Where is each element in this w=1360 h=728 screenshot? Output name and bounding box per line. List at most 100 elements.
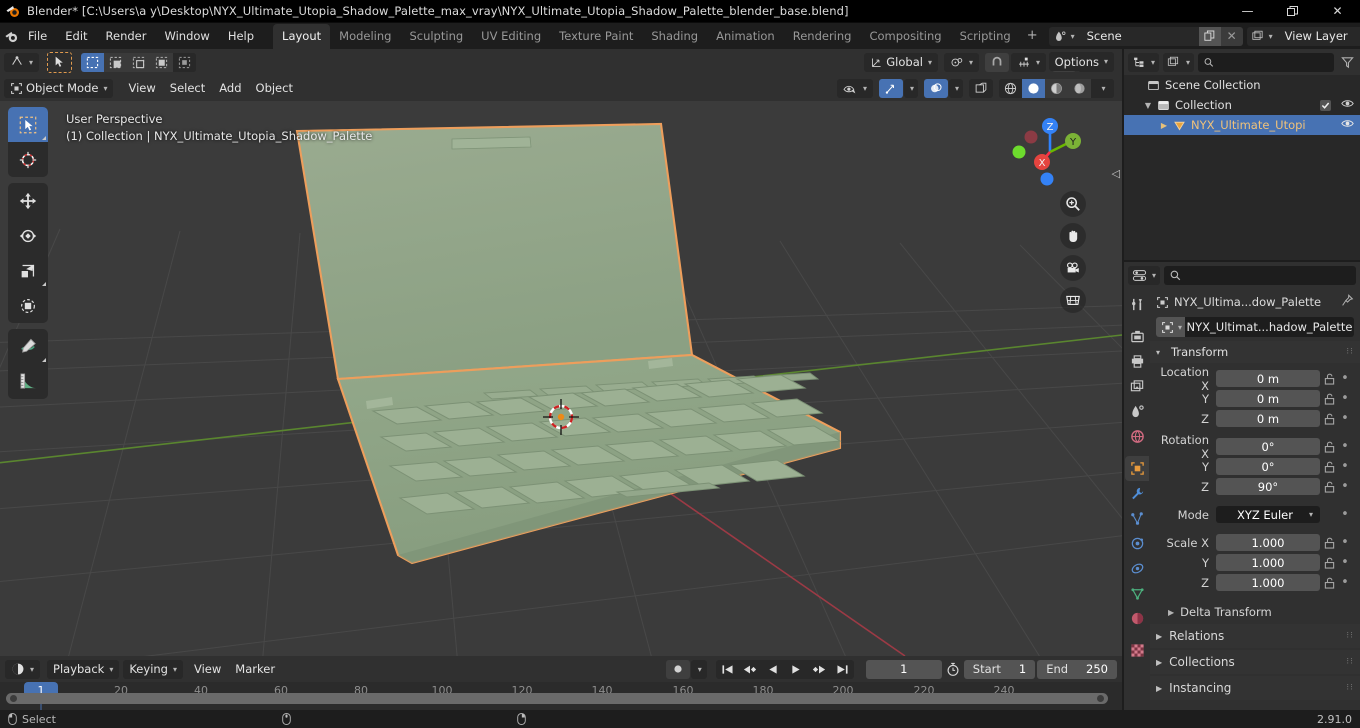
- menu-file[interactable]: File: [20, 26, 55, 46]
- menu-edit[interactable]: Edit: [57, 26, 95, 46]
- timeline-horizontal-scrollbar[interactable]: [6, 693, 1108, 704]
- workspace-tab-modeling[interactable]: Modeling: [330, 24, 400, 49]
- scene-name[interactable]: Scene: [1078, 26, 1199, 46]
- select-intersect-button[interactable]: [173, 52, 197, 72]
- shading-mode-group[interactable]: ▾: [999, 78, 1114, 98]
- editor-type-button[interactable]: ▾: [4, 52, 40, 72]
- rotation-x-value[interactable]: 0°: [1216, 438, 1320, 455]
- rotation-y-value[interactable]: 0°: [1216, 458, 1320, 475]
- timeline-playback-menu[interactable]: Playback ▾: [47, 659, 120, 679]
- shading-solid-button[interactable]: [1022, 78, 1045, 98]
- scale-z-value[interactable]: 1.000: [1216, 574, 1320, 591]
- tool-annotate[interactable]: [8, 329, 48, 364]
- tab-texture[interactable]: [1125, 638, 1149, 663]
- scale-y-value[interactable]: 1.000: [1216, 554, 1320, 571]
- workspace-tab-uv-editing[interactable]: UV Editing: [472, 24, 550, 49]
- workspace-tab-rendering[interactable]: Rendering: [784, 24, 861, 49]
- tab-physics[interactable]: [1125, 531, 1149, 556]
- add-workspace-button[interactable]: +: [1020, 24, 1045, 48]
- viewport-menu-select[interactable]: Select: [163, 78, 212, 98]
- pin-icon[interactable]: [1341, 294, 1354, 310]
- menu-render[interactable]: Render: [98, 26, 155, 46]
- select-mode-group[interactable]: [81, 52, 197, 72]
- scale-y-lock-button[interactable]: [1320, 557, 1338, 569]
- scale-x-value[interactable]: 1.000: [1216, 534, 1320, 551]
- object-expand-triangle[interactable]: ▶: [1158, 121, 1170, 130]
- gizmo-axis-y-neg[interactable]: [1024, 130, 1038, 144]
- close-button[interactable]: ✕: [1315, 0, 1360, 23]
- outliner-row-collection[interactable]: ▼ Collection: [1124, 95, 1360, 115]
- rotation-z-value[interactable]: 90°: [1216, 478, 1320, 495]
- properties-editor-type-button[interactable]: ▾: [1128, 265, 1161, 285]
- scene-icon-button[interactable]: ▾: [1048, 26, 1079, 46]
- timeline-keying-menu[interactable]: Keying ▾: [123, 659, 183, 679]
- tab-view-layer[interactable]: [1125, 374, 1149, 399]
- viewport-menu-object[interactable]: Object: [249, 78, 300, 98]
- transform-orientation-button[interactable]: Global ▾: [864, 52, 938, 72]
- outliner-editor[interactable]: ▾ ▾ Scene Collection ▼ Collection ▶ NYX_…: [1124, 49, 1360, 260]
- workspace-tab-scripting[interactable]: Scripting: [951, 24, 1020, 49]
- blender-menu-button[interactable]: [4, 29, 19, 44]
- properties-editor[interactable]: ▾ NYX_Ultima...dow_Palette ▾ NYX_Ultimat…: [1124, 262, 1360, 710]
- minimize-button[interactable]: —: [1225, 0, 1270, 23]
- object-mode-selector[interactable]: Object Mode ▾: [4, 78, 114, 98]
- scrollbar-handle-left[interactable]: [10, 695, 17, 702]
- delta-transform-triangle[interactable]: ▶: [1168, 608, 1174, 617]
- snap-toggle-button[interactable]: [984, 52, 1009, 72]
- tool-tweak[interactable]: [8, 107, 48, 142]
- timeline-marker-menu[interactable]: Marker: [228, 659, 282, 679]
- maximize-button[interactable]: [1270, 0, 1315, 23]
- select-difference-button[interactable]: [150, 52, 174, 72]
- viewport-menu-add[interactable]: Add: [212, 78, 248, 98]
- workspace-tab-shading[interactable]: Shading: [642, 24, 707, 49]
- viewport-menu-view[interactable]: View: [121, 78, 162, 98]
- location-y-value[interactable]: 0 m: [1216, 390, 1320, 407]
- toggle-orthographic-button[interactable]: [1060, 287, 1086, 313]
- shading-options-button[interactable]: ▾: [1091, 78, 1114, 98]
- tab-world[interactable]: [1125, 424, 1149, 449]
- outliner-editor-type-button[interactable]: ▾: [1128, 52, 1160, 72]
- frame-start-field[interactable]: Start 1: [963, 659, 1036, 679]
- use-preview-range-button[interactable]: [942, 662, 964, 677]
- menu-help[interactable]: Help: [220, 26, 262, 46]
- scale-x-lock-button[interactable]: [1320, 537, 1338, 549]
- panel-instancing-header[interactable]: ▶ Instancing ⁝⁝: [1150, 676, 1360, 700]
- panel-transform-header[interactable]: ▾ Transform ⁝⁝: [1150, 341, 1360, 363]
- tool-measure[interactable]: [8, 364, 48, 399]
- scene-selector[interactable]: ▾ Scene ✕: [1048, 26, 1243, 46]
- workspace-tab-texture-paint[interactable]: Texture Paint: [550, 24, 642, 49]
- relations-triangle[interactable]: ▶: [1156, 632, 1162, 641]
- rotation-z-lock-button[interactable]: [1320, 481, 1338, 493]
- workspace-tab-animation[interactable]: Animation: [707, 24, 784, 49]
- camera-view-button[interactable]: [1060, 255, 1086, 281]
- previous-keyframe-button[interactable]: [739, 660, 762, 679]
- panel-delta-transform-header[interactable]: ▶ Delta Transform: [1150, 602, 1360, 622]
- shading-material-button[interactable]: [1045, 78, 1068, 98]
- sidebar-collapse-arrow[interactable]: ◁: [1112, 167, 1120, 180]
- zoom-icon-button[interactable]: [1060, 191, 1086, 217]
- object-id-field[interactable]: ▾ NYX_Ultimat...hadow_Palette: [1156, 317, 1354, 337]
- gizmo-axis-z-neg[interactable]: [1040, 172, 1054, 186]
- tab-scene[interactable]: [1125, 399, 1149, 424]
- timeline-editor-type-button[interactable]: ▾: [5, 659, 41, 679]
- play-reverse-button[interactable]: [762, 660, 785, 679]
- jump-to-end-button[interactable]: [831, 660, 854, 679]
- tab-object-data[interactable]: [1125, 581, 1149, 606]
- navigation-gizmo[interactable]: Z Y X: [1010, 107, 1090, 187]
- shading-wireframe-button[interactable]: [999, 78, 1022, 98]
- workspace-tab-sculpting[interactable]: Sculpting: [400, 24, 472, 49]
- auto-keying-options-button[interactable]: ▾: [690, 659, 707, 679]
- remove-scene-button[interactable]: ✕: [1220, 26, 1243, 46]
- jump-to-start-button[interactable]: [716, 660, 739, 679]
- panel-collapse-triangle[interactable]: ▾: [1156, 348, 1166, 357]
- rotation-y-lock-button[interactable]: [1320, 461, 1338, 473]
- xray-toggle-button[interactable]: [969, 78, 993, 98]
- current-frame-field[interactable]: 1: [865, 659, 942, 679]
- collections-triangle[interactable]: ▶: [1156, 658, 1162, 667]
- play-button[interactable]: [785, 660, 808, 679]
- collection-checkbox[interactable]: [1320, 99, 1331, 111]
- collection-expand-triangle[interactable]: ▼: [1142, 101, 1154, 110]
- tool-transform[interactable]: [8, 288, 48, 323]
- auto-keying-button[interactable]: [665, 659, 690, 679]
- tab-material[interactable]: [1125, 606, 1149, 631]
